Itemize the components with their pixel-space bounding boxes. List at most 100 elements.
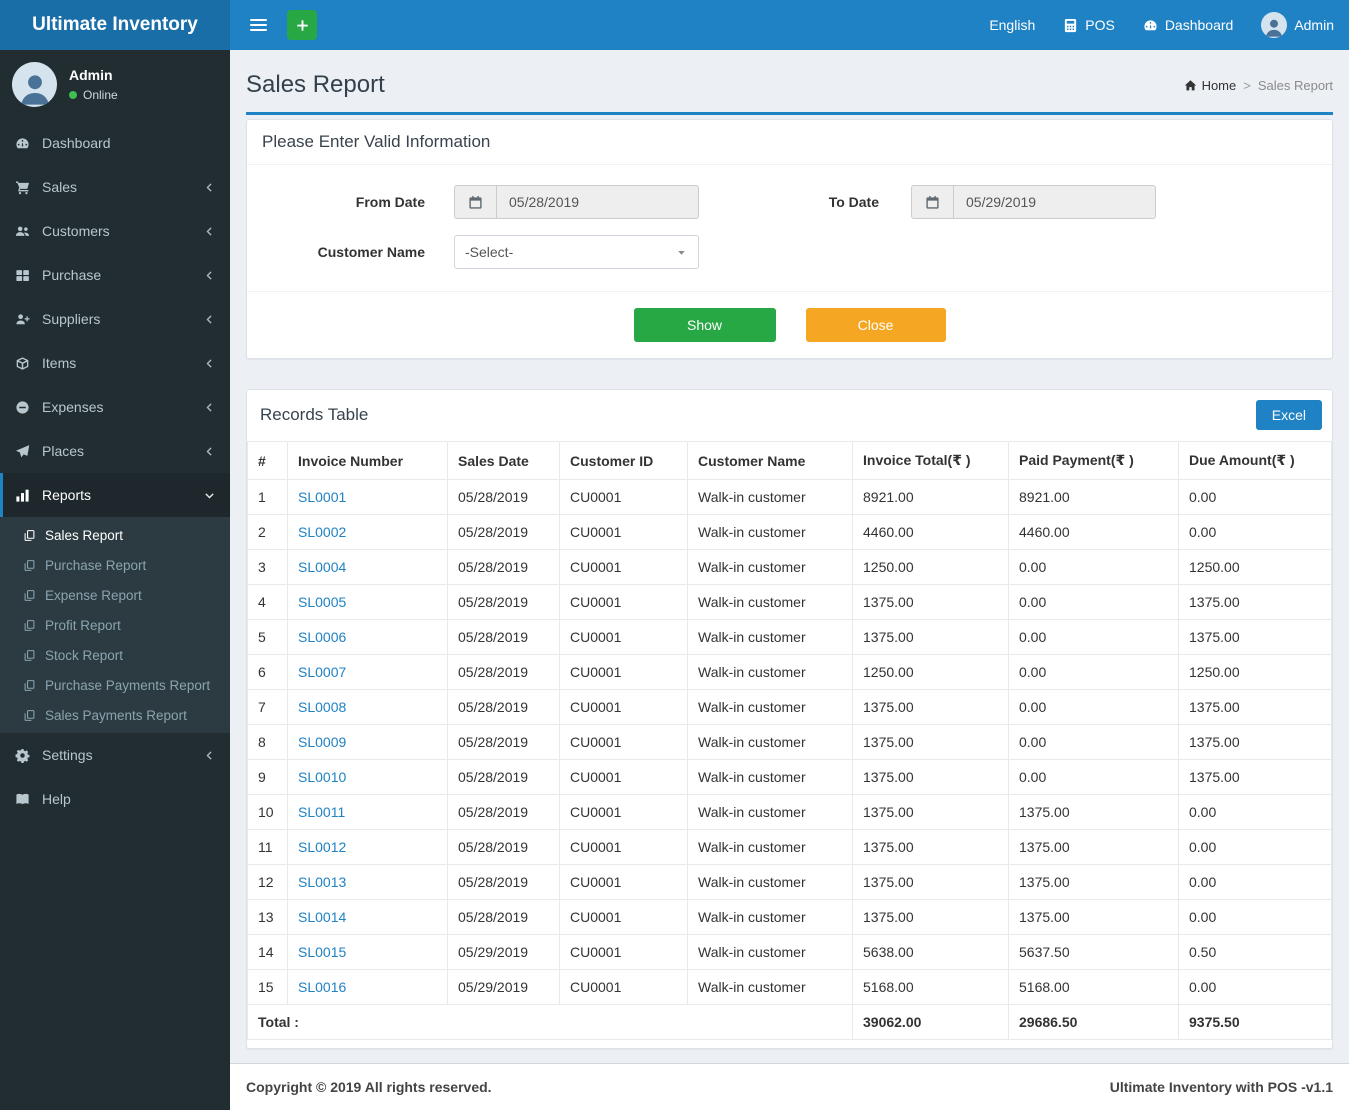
sidebar-toggle-button[interactable] [238, 11, 279, 39]
user-menu[interactable]: Admin [1261, 12, 1334, 38]
cell-customer-id: CU0001 [559, 829, 688, 865]
cell-invoice-total: 1375.00 [852, 689, 1009, 725]
sidebar-item-stock-report[interactable]: Stock Report [0, 640, 230, 670]
bar-chart-icon [15, 488, 32, 503]
show-button[interactable]: Show [633, 308, 776, 342]
invoice-link[interactable]: SL0008 [298, 699, 346, 715]
cell-customer-id: CU0001 [559, 864, 688, 900]
to-date-input[interactable] [953, 185, 1156, 219]
to-date-label: To Date [828, 194, 879, 210]
sidebar-item-expenses[interactable]: Expenses [0, 385, 230, 429]
sidebar-item-sales-report[interactable]: Sales Report [0, 520, 230, 550]
cell-customer-id: CU0001 [559, 759, 688, 795]
sidebar-item-expense-report[interactable]: Expense Report [0, 580, 230, 610]
cell-customer-name: Walk-in customer [687, 829, 853, 865]
cell-due-amount: 1250.00 [1178, 654, 1332, 690]
chevron-left-icon [203, 181, 216, 194]
cell-customer-id: CU0001 [559, 724, 688, 760]
minus-circle-icon [15, 400, 32, 415]
gauge-icon [1143, 18, 1158, 33]
plus-icon [295, 18, 310, 33]
invoice-link[interactable]: SL0016 [298, 979, 346, 995]
caret-down-icon [675, 246, 688, 259]
invoice-link[interactable]: SL0012 [298, 839, 346, 855]
cell-customer-id: CU0001 [559, 619, 688, 655]
invoice-link[interactable]: SL0002 [298, 524, 346, 540]
customer-select[interactable]: -Select- [454, 235, 699, 269]
cell-sales-date: 05/28/2019 [447, 759, 560, 795]
breadcrumb-home-link[interactable]: Home [1184, 78, 1236, 93]
sidebar-item-customers[interactable]: Customers [0, 209, 230, 253]
cell-paid-payment: 0.00 [1008, 689, 1179, 725]
sidebar-item-purchase-payments-report[interactable]: Purchase Payments Report [0, 670, 230, 700]
table-row: 11 SL0012 05/28/2019 CU0001 Walk-in cust… [247, 829, 1332, 865]
cell-invoice-total: 1375.00 [852, 899, 1009, 935]
cell-serial: 1 [247, 479, 288, 515]
cell-due-amount: 0.00 [1178, 969, 1332, 1005]
cell-due-amount: 1375.00 [1178, 619, 1332, 655]
brand-logo[interactable]: Ultimate Inventory [0, 0, 230, 50]
cell-invoice: SL0006 [287, 619, 448, 655]
col-header-due-amount: Due Amount(₹ ) [1178, 441, 1332, 480]
dashboard-link[interactable]: Dashboard [1143, 17, 1233, 33]
close-button[interactable]: Close [805, 308, 946, 342]
invoice-link[interactable]: SL0010 [298, 769, 346, 785]
sidebar-item-items[interactable]: Items [0, 341, 230, 385]
cell-invoice: SL0013 [287, 864, 448, 900]
sidebar-item-places[interactable]: Places [0, 429, 230, 473]
col-header-sales-date: Sales Date [447, 441, 560, 480]
calendar-icon [454, 185, 496, 219]
cell-invoice-total: 8921.00 [852, 479, 1009, 515]
cell-due-amount: 1375.00 [1178, 584, 1332, 620]
invoice-link[interactable]: SL0015 [298, 944, 346, 960]
sidebar-item-sales-payments-report[interactable]: Sales Payments Report [0, 700, 230, 730]
cell-customer-name: Walk-in customer [687, 619, 853, 655]
chevron-left-icon [203, 445, 216, 458]
copy-icon [23, 649, 37, 662]
page-header: Sales Report Home > Sales Report [246, 65, 1333, 115]
sidebar-item-settings[interactable]: Settings [0, 733, 230, 777]
cell-serial: 8 [247, 724, 288, 760]
invoice-link[interactable]: SL0001 [298, 489, 346, 505]
table-row: 7 SL0008 05/28/2019 CU0001 Walk-in custo… [247, 689, 1332, 725]
table-row: 15 SL0016 05/29/2019 CU0001 Walk-in cust… [247, 969, 1332, 1005]
cell-due-amount: 1375.00 [1178, 689, 1332, 725]
invoice-link[interactable]: SL0005 [298, 594, 346, 610]
sidebar-item-dashboard[interactable]: Dashboard [0, 121, 230, 165]
main-content: Sales Report Home > Sales Report Please … [230, 50, 1349, 1110]
col-header-serial: # [247, 441, 288, 480]
sidebar-item-reports[interactable]: Reports [0, 473, 230, 517]
sidebar-item-help[interactable]: Help [0, 777, 230, 821]
invoice-link[interactable]: SL0006 [298, 629, 346, 645]
cell-invoice: SL0016 [287, 969, 448, 1005]
sidebar-item-sales[interactable]: Sales [0, 165, 230, 209]
cell-serial: 13 [247, 899, 288, 935]
col-header-invoice-total: Invoice Total(₹ ) [852, 441, 1009, 480]
cell-customer-name: Walk-in customer [687, 864, 853, 900]
quick-add-button[interactable] [287, 10, 317, 40]
from-date-input[interactable] [496, 185, 699, 219]
sidebar-item-suppliers[interactable]: Suppliers [0, 297, 230, 341]
sidebar-item-purchase-report[interactable]: Purchase Report [0, 550, 230, 580]
language-menu[interactable]: English [989, 17, 1035, 33]
cell-sales-date: 05/28/2019 [447, 829, 560, 865]
invoice-link[interactable]: SL0013 [298, 874, 346, 890]
cell-serial: 9 [247, 759, 288, 795]
to-date-group [911, 185, 1156, 219]
cell-invoice: SL0009 [287, 724, 448, 760]
table-header-row: # Invoice Number Sales Date Customer ID … [247, 441, 1332, 480]
invoice-link[interactable]: SL0007 [298, 664, 346, 680]
excel-export-button[interactable]: Excel [1255, 400, 1322, 430]
invoice-link[interactable]: SL0009 [298, 734, 346, 750]
sidebar-item-profit-report[interactable]: Profit Report [0, 610, 230, 640]
sidebar-item-purchase[interactable]: Purchase [0, 253, 230, 297]
topnav-right: English POS Dashboard Admin [989, 12, 1334, 38]
cell-invoice: SL0012 [287, 829, 448, 865]
cell-invoice-total: 1250.00 [852, 549, 1009, 585]
records-header: Records Table Excel [247, 390, 1332, 441]
invoice-link[interactable]: SL0004 [298, 559, 346, 575]
invoice-link[interactable]: SL0014 [298, 909, 346, 925]
invoice-link[interactable]: SL0011 [298, 804, 345, 820]
pos-link[interactable]: POS [1063, 17, 1115, 33]
filter-actions: Show Close [247, 291, 1332, 358]
